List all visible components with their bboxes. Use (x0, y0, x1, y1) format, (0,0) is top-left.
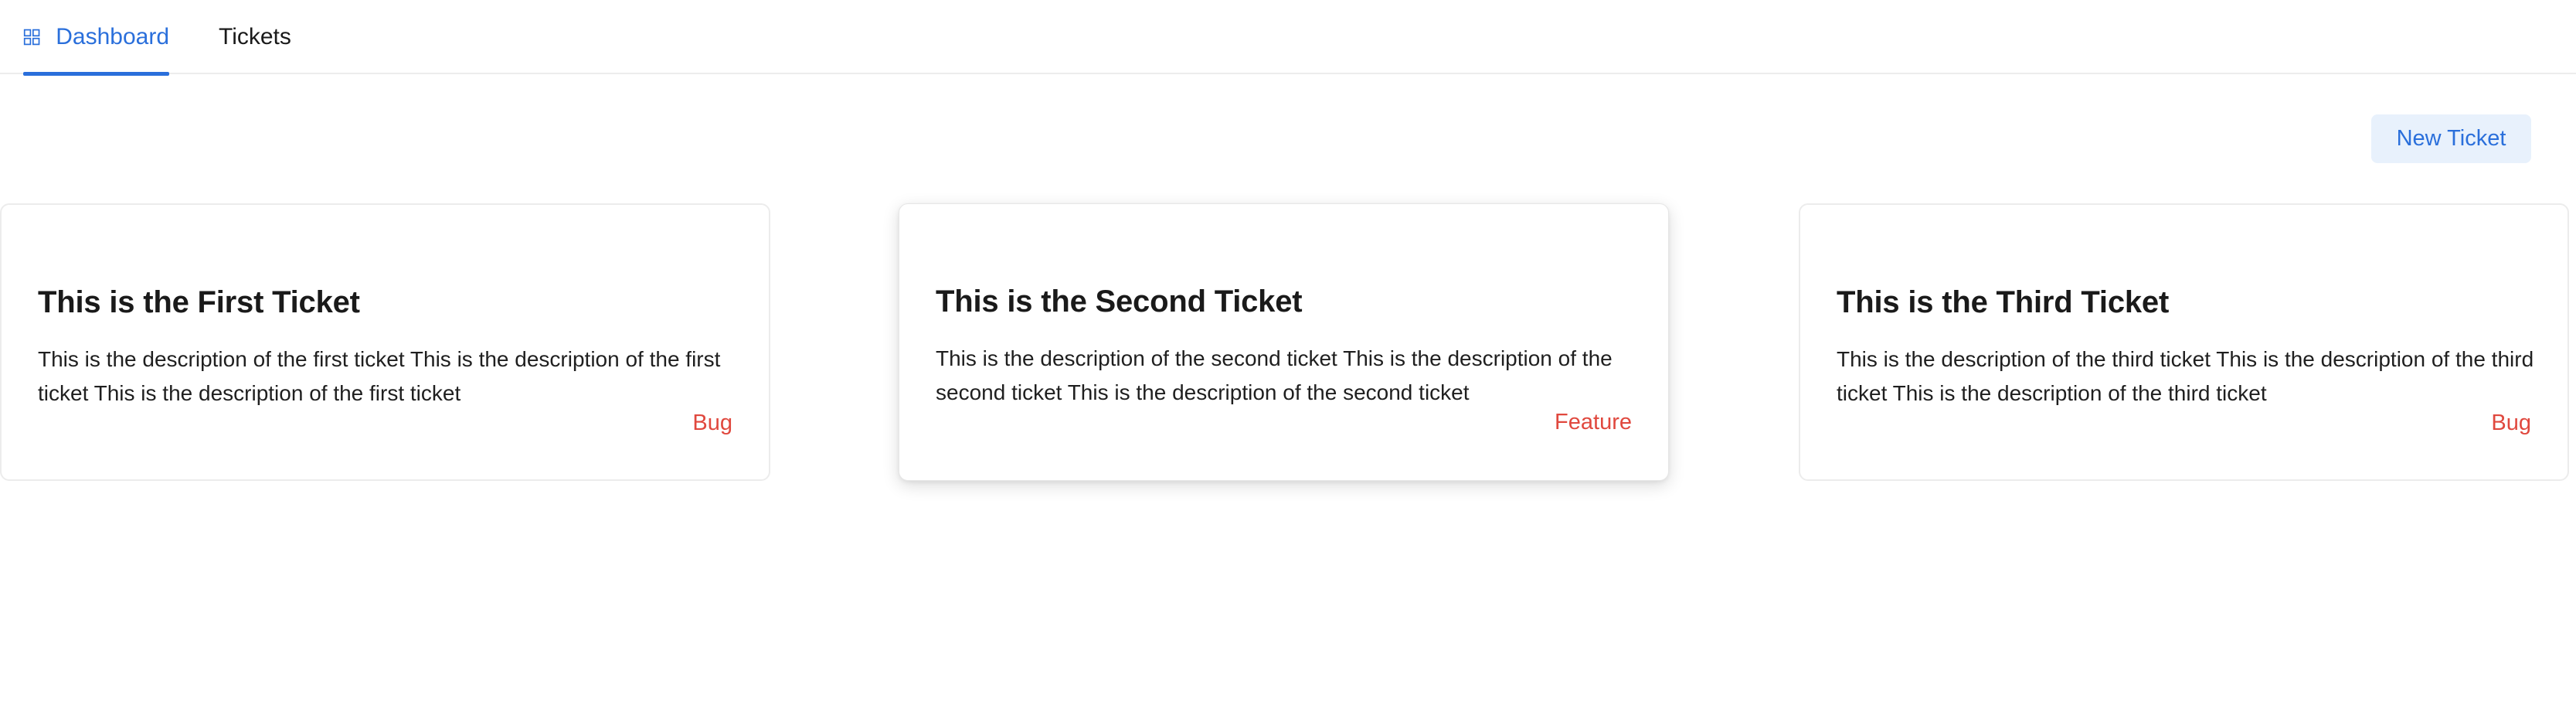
tab-tickets[interactable]: Tickets (219, 0, 291, 74)
ticket-card[interactable]: This is the First Ticket This is the des… (0, 203, 770, 481)
tab-tickets-label: Tickets (219, 24, 291, 49)
ticket-title: This is the Third Ticket (1837, 285, 2170, 319)
ticket-title: This is the First Ticket (38, 285, 360, 319)
ticket-card[interactable]: This is the Third Ticket This is the des… (1799, 203, 2569, 481)
ticket-description: This is the description of the third tic… (1837, 347, 2534, 405)
tab-dashboard-label: Dashboard (56, 24, 169, 49)
ticket-tag: Bug (692, 411, 732, 435)
grid-icon (23, 29, 40, 46)
new-ticket-button[interactable]: New Ticket (2371, 114, 2531, 163)
ticket-tag: Bug (2491, 411, 2531, 435)
ticket-title: This is the Second Ticket (936, 285, 1303, 319)
ticket-description: This is the description of the first tic… (38, 347, 721, 405)
ticket-description: This is the description of the second ti… (936, 346, 1613, 404)
ticket-tag: Feature (1555, 410, 1632, 434)
page: Dashboard Tickets New Ticket This is the… (0, 0, 2576, 702)
ticket-card[interactable]: This is the Second Ticket This is the de… (899, 203, 1669, 481)
top-nav: Dashboard Tickets (0, 0, 2576, 76)
tab-dashboard[interactable]: Dashboard (23, 0, 169, 76)
